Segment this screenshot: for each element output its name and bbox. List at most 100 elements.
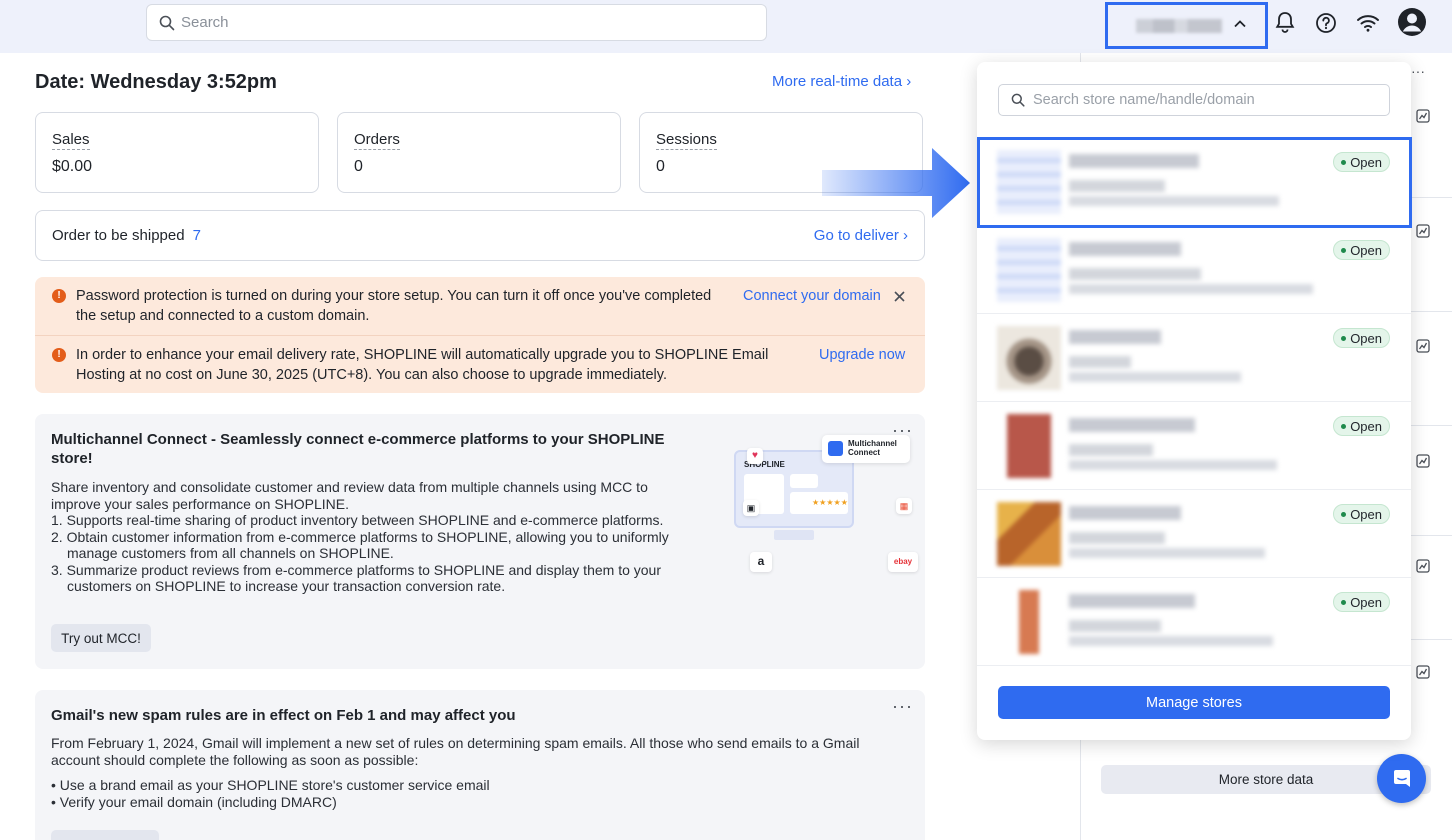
warning-divider: [35, 335, 925, 336]
global-search-input[interactable]: Search: [146, 4, 767, 41]
search-icon: [159, 15, 175, 30]
mcc-point: 3. Summarize product reviews from e-comm…: [51, 561, 661, 595]
gmail-card-title: Gmail's new spam rules are in effect on …: [51, 707, 516, 724]
monitor-stand: [774, 530, 814, 540]
close-icon[interactable]: [894, 291, 905, 302]
mcc-illustration: SHOPLINE ★★★★★ Multichannel Connect ♥ ▣ …: [710, 430, 918, 572]
store-name-redacted: [1069, 242, 1181, 256]
warning-icon: !: [52, 289, 66, 303]
mcc-card-title: Multichannel Connect - Seamlessly connec…: [51, 431, 665, 467]
gmail-card-button[interactable]: [51, 830, 159, 840]
chat-icon: [1393, 769, 1410, 787]
store-status-badge: Open: [1333, 240, 1390, 260]
store-domain-redacted: [1069, 460, 1277, 470]
store-handle-redacted: [1069, 444, 1153, 456]
status-dot: [1341, 511, 1347, 517]
store-list-item[interactable]: Open: [977, 226, 1411, 314]
more-options-icon[interactable]: ···: [1411, 63, 1425, 79]
upgrade-now-link[interactable]: Upgrade now: [819, 345, 905, 365]
store-domain-redacted: [1069, 284, 1313, 294]
orders-to-ship-label: Order to be shipped: [52, 227, 185, 244]
gmail-point-text: Use a brand email as your SHOPLINE store…: [59, 777, 490, 793]
stat-label: Sessions: [656, 131, 717, 150]
chart-icon[interactable]: [1416, 454, 1430, 468]
chart-icon[interactable]: [1416, 224, 1430, 238]
chevron-right-icon: ›: [903, 227, 908, 244]
store-domain-redacted: [1069, 636, 1273, 646]
stat-value: 0: [354, 158, 363, 175]
try-mcc-button[interactable]: Try out MCC!: [51, 624, 151, 652]
multichannel-badge: Multichannel Connect: [822, 435, 910, 463]
chart-icon[interactable]: [1416, 109, 1430, 123]
stat-value: $0.00: [52, 158, 93, 175]
gmail-point: • Verify your email domain (including DM…: [51, 793, 337, 810]
stat-label: Orders: [354, 131, 400, 150]
store-domain-redacted: [1069, 548, 1265, 558]
go-to-deliver-label: Go to deliver: [813, 227, 899, 244]
more-options-icon[interactable]: ···: [892, 696, 913, 717]
wifi-icon[interactable]: [1356, 13, 1380, 33]
store-handle-redacted: [1069, 532, 1165, 544]
store-list-item[interactable]: Open: [977, 314, 1411, 402]
gmail-spam-card: ··· Gmail's new spam rules are in effect…: [35, 690, 925, 840]
manage-stores-button[interactable]: Manage stores: [998, 686, 1390, 719]
connect-domain-link[interactable]: Connect your domain: [743, 286, 881, 306]
store-handle-redacted: [1069, 620, 1161, 632]
multichannel-logo-icon: [828, 441, 843, 456]
store-search-input[interactable]: Search store name/handle/domain: [998, 84, 1390, 116]
store-status-label: Open: [1350, 242, 1382, 258]
multichannel-badge-label: Multichannel Connect: [848, 439, 897, 457]
shopping-bag-icon: ▣: [743, 500, 759, 516]
search-icon: [1011, 93, 1025, 107]
mcc-promo-card: ··· Multichannel Connect - Seamlessly co…: [35, 414, 925, 669]
store-status-badge: Open: [1333, 504, 1390, 524]
email-hosting-warning: ! In order to enhance your email deliver…: [35, 345, 925, 385]
highlighted-store-outline: [977, 137, 1412, 228]
stat-card-sales[interactable]: Sales $0.00: [35, 112, 319, 193]
store-name-redacted: [1069, 506, 1181, 520]
store-thumbnail: [997, 590, 1061, 654]
store-name-redacted: [1069, 594, 1195, 608]
mcc-point: 2. Obtain customer information from e-co…: [51, 528, 669, 562]
chat-support-button[interactable]: [1377, 754, 1426, 803]
gift-icon: ▦: [896, 498, 912, 514]
store-name-redacted: [1069, 418, 1195, 432]
store-list-item[interactable]: Open: [977, 490, 1411, 578]
status-dot: [1341, 599, 1347, 605]
orders-to-ship-bar: Order to be shipped 7 Go to deliver ›: [35, 210, 925, 261]
store-thumbnail: [997, 326, 1061, 390]
go-to-deliver-link[interactable]: Go to deliver ›: [814, 227, 908, 244]
realtime-data-link[interactable]: More real-time data ›: [772, 73, 911, 90]
orders-to-ship-count[interactable]: 7: [193, 227, 201, 244]
status-dot: [1341, 247, 1347, 253]
status-dot: [1341, 335, 1347, 341]
chart-icon[interactable]: [1416, 559, 1430, 573]
realtime-link-label: More real-time data: [772, 73, 903, 90]
gmail-point: • Use a brand email as your SHOPLINE sto…: [51, 777, 490, 793]
highlight-arrow-icon: [822, 148, 970, 218]
store-list-item[interactable]: Open: [977, 578, 1411, 666]
avatar-icon[interactable]: [1397, 7, 1427, 37]
chart-icon[interactable]: [1416, 665, 1430, 679]
stat-label: Sales: [52, 131, 90, 150]
password-warning: ! Password protection is turned on durin…: [35, 286, 925, 326]
stat-card-orders[interactable]: Orders 0: [337, 112, 621, 193]
store-domain-redacted: [1069, 372, 1241, 382]
store-handle-redacted: [1069, 268, 1201, 280]
gmail-card-intro: From February 1, 2024, Gmail will implem…: [51, 735, 860, 768]
top-bar: Search: [0, 0, 1452, 53]
chart-icon[interactable]: [1416, 339, 1430, 353]
gmail-card-body: From February 1, 2024, Gmail will implem…: [51, 735, 891, 810]
store-selector[interactable]: [1105, 2, 1268, 49]
email-hosting-warning-text: In order to enhance your email delivery …: [76, 347, 769, 383]
dropdown-divider: [977, 665, 1411, 666]
help-icon[interactable]: [1315, 12, 1337, 34]
amazon-logo-icon: a: [750, 552, 772, 572]
bell-icon[interactable]: [1274, 10, 1296, 34]
store-status-badge: Open: [1333, 328, 1390, 348]
store-search-placeholder: Search store name/handle/domain: [1033, 92, 1255, 108]
store-list-item[interactable]: Open: [977, 402, 1411, 490]
store-thumbnail: [997, 502, 1061, 566]
mcc-point: 1. Supports real-time sharing of product…: [51, 512, 664, 528]
illustration-rating: ★★★★★: [790, 492, 848, 514]
